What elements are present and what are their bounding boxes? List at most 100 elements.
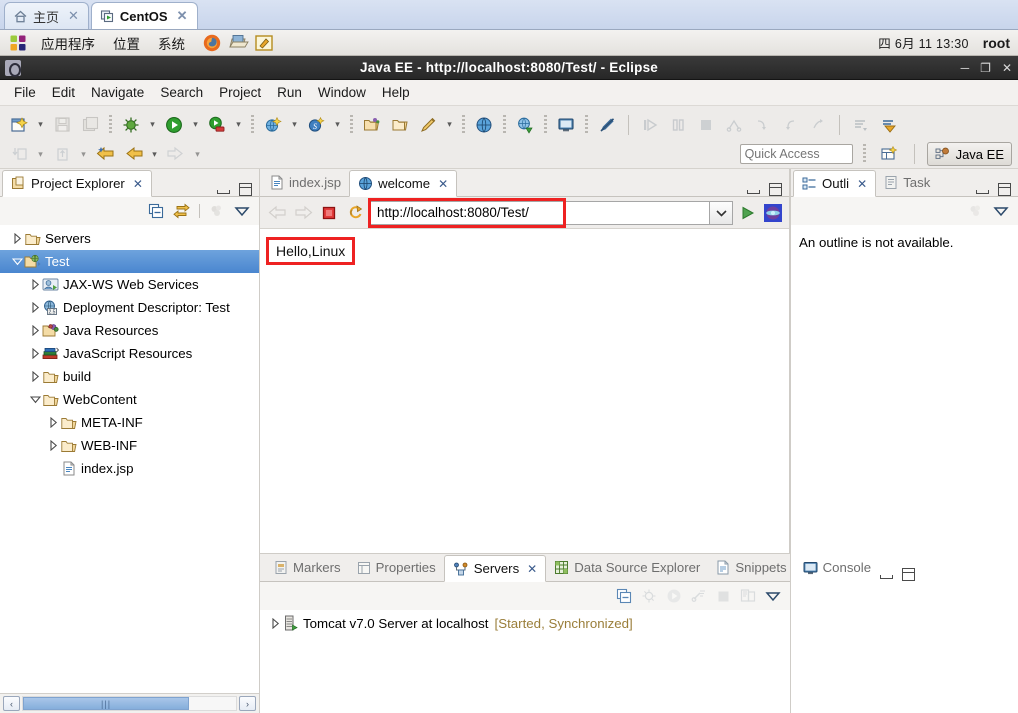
- maximize-icon[interactable]: [239, 183, 252, 196]
- previous-annotation-icon[interactable]: [876, 113, 902, 137]
- tab-task-list[interactable]: Task: [876, 169, 938, 196]
- tree-item[interactable]: Java Resources: [0, 319, 259, 342]
- horizontal-scrollbar[interactable]: ‹ ||| ›: [0, 693, 259, 713]
- new-wizard-icon[interactable]: [6, 113, 32, 137]
- open-type-icon[interactable]: [359, 113, 385, 137]
- close-icon[interactable]: ✕: [438, 177, 448, 191]
- hide-annotations-icon[interactable]: [594, 113, 620, 137]
- minimize-icon[interactable]: [975, 183, 989, 196]
- url-input[interactable]: http://localhost:8080/Test/: [370, 200, 709, 225]
- open-task-icon[interactable]: [387, 113, 413, 137]
- text-editor-icon[interactable]: [254, 33, 276, 53]
- close-icon[interactable]: ✕: [527, 562, 537, 576]
- refresh-icon[interactable]: [344, 202, 366, 224]
- dropdown-arrow-icon[interactable]: ▾: [191, 142, 204, 166]
- minimize-icon[interactable]: [879, 568, 894, 581]
- minimize-button[interactable]: ─: [961, 61, 970, 75]
- clock[interactable]: 四 6月 11 13:30: [878, 33, 969, 52]
- minimize-icon[interactable]: [216, 183, 230, 196]
- menu-places[interactable]: 位置: [104, 33, 149, 53]
- menu-edit[interactable]: Edit: [44, 85, 83, 100]
- vm-tab-centos[interactable]: CentOS ✕: [90, 2, 198, 29]
- new-server-icon[interactable]: S: [303, 113, 329, 137]
- collapse-all-icon[interactable]: [616, 588, 632, 604]
- tab-markers[interactable]: Markers: [266, 554, 349, 581]
- server-row[interactable]: Tomcat v7.0 Server at localhost [Started,…: [260, 610, 790, 636]
- web-browser-icon[interactable]: [471, 113, 497, 137]
- tab-data-source-explorer[interactable]: Data Source Explorer: [546, 554, 708, 581]
- open-console-icon[interactable]: [553, 113, 579, 137]
- tab-servers[interactable]: Servers ✕: [443, 555, 547, 582]
- collapse-twisty-icon[interactable]: [10, 257, 24, 266]
- maximize-icon[interactable]: [902, 568, 916, 581]
- expand-twisty-icon[interactable]: [268, 617, 282, 629]
- go-icon[interactable]: [737, 202, 759, 224]
- tree-item[interactable]: WEB-INF: [0, 434, 259, 457]
- menu-search[interactable]: Search: [152, 85, 211, 100]
- current-user[interactable]: root: [983, 35, 1010, 51]
- servers-list[interactable]: Tomcat v7.0 Server at localhost [Started,…: [260, 610, 790, 713]
- perspective-java-ee[interactable]: Java EE: [926, 142, 1012, 166]
- tab-snippets[interactable]: Snippets: [708, 554, 794, 581]
- dropdown-arrow-icon[interactable]: ▾: [189, 113, 202, 137]
- tab-index-jsp[interactable]: index.jsp: [262, 169, 349, 196]
- vm-tab-home[interactable]: 主页 ✕: [4, 2, 89, 29]
- open-web-browser-icon[interactable]: [512, 113, 538, 137]
- close-icon[interactable]: ✕: [68, 8, 79, 24]
- tree-item[interactable]: JavaScript Resources: [0, 342, 259, 365]
- dropdown-arrow-icon[interactable]: ▾: [77, 142, 90, 166]
- back-history-icon[interactable]: [92, 142, 118, 166]
- browser-home-icon[interactable]: [763, 203, 783, 223]
- menu-project[interactable]: Project: [211, 85, 269, 100]
- dropdown-arrow-icon[interactable]: ▾: [288, 113, 301, 137]
- view-menu-icon[interactable]: [993, 205, 1009, 218]
- view-menu-icon[interactable]: [234, 205, 250, 218]
- collapse-all-icon[interactable]: [148, 203, 164, 219]
- close-icon[interactable]: ✕: [177, 8, 188, 24]
- tab-console[interactable]: Console: [795, 554, 879, 581]
- expand-twisty-icon[interactable]: [28, 279, 42, 290]
- minimize-icon[interactable]: [746, 183, 760, 196]
- expand-twisty-icon[interactable]: [28, 302, 42, 313]
- expand-twisty-icon[interactable]: [46, 440, 60, 451]
- dropdown-arrow-icon[interactable]: ▾: [443, 113, 456, 137]
- tree-item[interactable]: JAX-WS Web Services: [0, 273, 259, 296]
- menu-applications[interactable]: 应用程序: [32, 33, 104, 53]
- firefox-icon[interactable]: [202, 33, 224, 53]
- tree-item[interactable]: META-INF: [0, 411, 259, 434]
- close-icon[interactable]: ✕: [857, 177, 867, 191]
- close-icon[interactable]: ✕: [133, 177, 143, 191]
- scroll-left-button[interactable]: ‹: [3, 696, 20, 711]
- collapse-twisty-icon[interactable]: [28, 395, 42, 404]
- tree-item[interactable]: Servers: [0, 227, 259, 250]
- scroll-right-button[interactable]: ›: [239, 696, 256, 711]
- tree-item[interactable]: build: [0, 365, 259, 388]
- maximize-icon[interactable]: [769, 183, 782, 196]
- scroll-track[interactable]: |||: [22, 696, 237, 711]
- forward-history-icon[interactable]: [120, 142, 146, 166]
- tree-item[interactable]: index.jsp: [0, 457, 259, 480]
- menu-file[interactable]: File: [6, 85, 44, 100]
- tree-item[interactable]: WebContent: [0, 388, 259, 411]
- project-tree[interactable]: Servers Test JAX-WS Web Services 2.5 Deploym…: [0, 225, 259, 693]
- link-with-editor-icon[interactable]: [173, 203, 190, 219]
- tab-properties[interactable]: Properties: [349, 554, 444, 581]
- dropdown-arrow-icon[interactable]: ▾: [34, 142, 47, 166]
- menu-system[interactable]: 系统: [149, 33, 194, 53]
- expand-twisty-icon[interactable]: [28, 371, 42, 382]
- files-icon[interactable]: [228, 33, 250, 53]
- dropdown-arrow-icon[interactable]: ▾: [34, 113, 47, 137]
- maximize-button[interactable]: ❐: [980, 61, 991, 75]
- stop-icon[interactable]: [318, 202, 340, 224]
- menu-window[interactable]: Window: [310, 85, 374, 100]
- open-perspective-icon[interactable]: [876, 142, 902, 166]
- annotation-icon[interactable]: [415, 113, 441, 137]
- tree-item[interactable]: 2.5 Deployment Descriptor: Test: [0, 296, 259, 319]
- dropdown-arrow-icon[interactable]: ▾: [146, 113, 159, 137]
- tree-item[interactable]: Test: [0, 250, 259, 273]
- new-web-project-icon[interactable]: [260, 113, 286, 137]
- expand-twisty-icon[interactable]: [10, 233, 24, 244]
- run-on-server-icon[interactable]: [204, 113, 230, 137]
- dropdown-arrow-icon[interactable]: ▾: [232, 113, 245, 137]
- run-icon[interactable]: [161, 113, 187, 137]
